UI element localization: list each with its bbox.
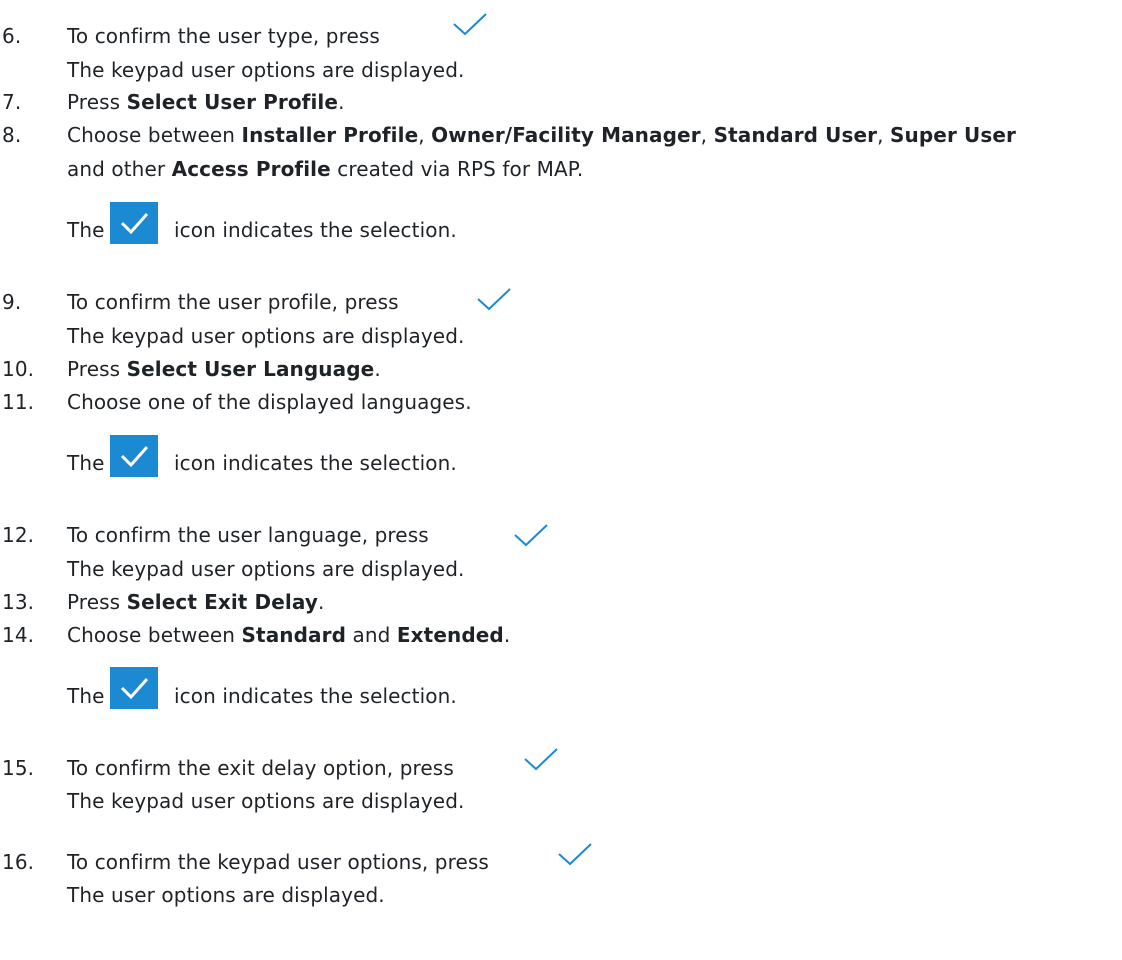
note-the: The	[67, 684, 105, 708]
step-text: To confirm the keypad user options, pres…	[67, 850, 489, 874]
step-number: 6.	[2, 24, 22, 48]
step-text: To confirm the exit delay option, press	[67, 756, 454, 780]
step-text: To confirm the user type, press	[67, 24, 380, 48]
step-text: To confirm the user profile, press	[67, 290, 399, 314]
step-text: and other Access Profile created via RPS…	[67, 157, 584, 181]
step-text: Choose between Standard and Extended.	[67, 623, 511, 647]
ui-term: Extended	[396, 623, 504, 647]
result-text: The keypad user options are displayed.	[67, 324, 465, 348]
step-text: Press Select Exit Delay.	[67, 590, 325, 614]
note-the: The	[67, 451, 105, 475]
ui-term: Standard User	[713, 123, 878, 147]
ui-term: Standard	[241, 623, 347, 647]
step-text: Press Select User Language.	[67, 357, 381, 381]
note-the: The	[67, 218, 105, 242]
step-number: 10.	[2, 357, 35, 381]
note-text: icon indicates the selection.	[174, 451, 457, 475]
note-text: icon indicates the selection.	[174, 218, 457, 242]
checked-box-icon	[110, 667, 158, 709]
step-number: 13.	[2, 590, 35, 614]
step-number: 9.	[2, 290, 22, 314]
step-text: Press Select User Profile.	[67, 90, 345, 114]
checkmark-icon	[513, 523, 549, 547]
manual-page: { "steps": [ {"num": "6.", "pre": "To co…	[0, 0, 1122, 960]
ui-term: Access Profile	[171, 157, 331, 181]
step-number: 14.	[2, 623, 35, 647]
step-text: To confirm the user language, press	[67, 523, 429, 547]
checkmark-icon	[452, 12, 488, 36]
ui-term: Select Exit Delay	[126, 590, 318, 614]
result-text: The keypad user options are displayed.	[67, 557, 465, 581]
step-number: 7.	[2, 90, 22, 114]
step-number: 8.	[2, 123, 22, 147]
ui-term: Select User Profile	[126, 90, 339, 114]
ui-term: Super User	[890, 123, 1016, 147]
step-number: 12.	[2, 523, 35, 547]
checked-box-icon	[110, 435, 158, 477]
step-text: Choose between Installer Profile, Owner/…	[67, 123, 1016, 147]
step-number: 11.	[2, 390, 35, 414]
checkmark-icon	[557, 842, 593, 866]
checkmark-icon	[523, 747, 559, 771]
step-number: 16.	[2, 850, 35, 874]
ui-term: Select User Language	[126, 357, 375, 381]
ui-term: Installer Profile	[241, 123, 419, 147]
step-number: 15.	[2, 756, 35, 780]
result-text: The user options are displayed.	[67, 883, 385, 907]
checkmark-icon	[476, 287, 512, 311]
result-text: The keypad user options are displayed.	[67, 58, 465, 82]
note-text: icon indicates the selection.	[174, 684, 457, 708]
result-text: The keypad user options are displayed.	[67, 789, 465, 813]
step-text: Choose one of the displayed languages.	[67, 390, 472, 414]
ui-term: Owner/Facility Manager	[431, 123, 701, 147]
checked-box-icon	[110, 202, 158, 244]
